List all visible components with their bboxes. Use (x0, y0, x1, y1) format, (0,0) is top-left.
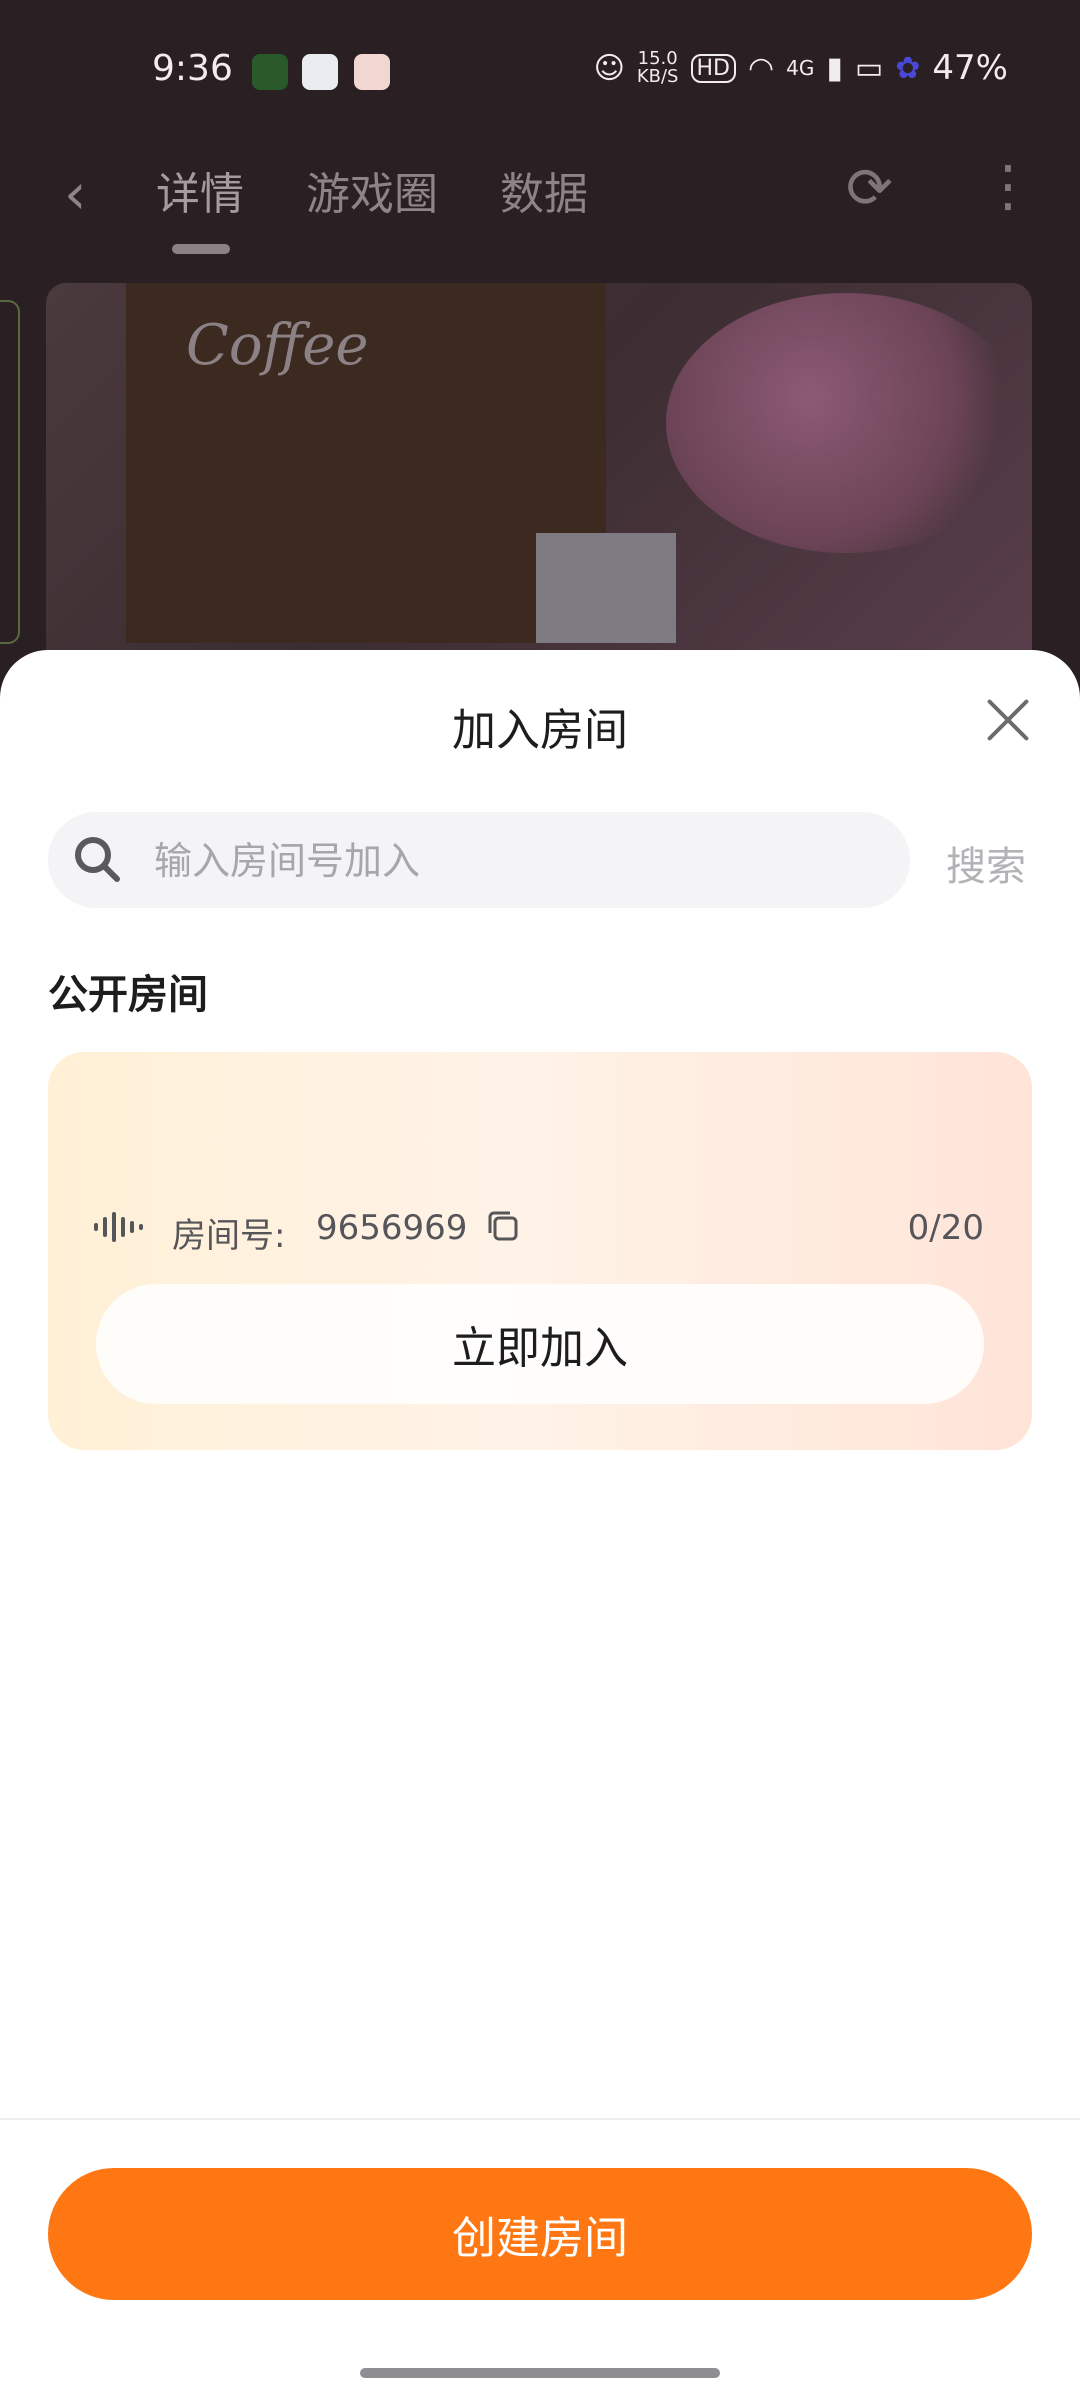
status-bar: 9:36 ☺ 15.0 KB/S HD ◠ 4G ▮ ▭ ✿ 47% (0, 0, 1080, 140)
tab-game-circle[interactable]: 游戏圈 (306, 158, 438, 222)
signal-icon: ▮ (826, 50, 843, 86)
home-indicator[interactable] (360, 2368, 720, 2378)
public-rooms-title: 公开房间 (48, 972, 208, 1018)
create-room-button[interactable]: 创建房间 (48, 2168, 1032, 2300)
room-member-count: 0/20 (907, 1208, 984, 1248)
close-icon[interactable] (980, 692, 1036, 748)
hd-badge: HD (690, 53, 736, 83)
back-icon[interactable]: ‹ (64, 162, 86, 227)
preview-tree (666, 293, 1026, 553)
sheet-title: 加入房间 (452, 705, 628, 756)
room-number-label: 房间号: (172, 1216, 286, 1256)
share-icon[interactable]: ⟳ (846, 156, 893, 221)
preview-sign: Coffee (186, 313, 369, 378)
cellular-label: 4G (786, 56, 815, 80)
network-speed: 15.0 KB/S (637, 50, 679, 86)
network-speed-unit: KB/S (636, 66, 679, 87)
voice-wave-icon (94, 1212, 143, 1242)
preview-counter (536, 533, 676, 643)
room-number-input[interactable] (152, 812, 886, 910)
avatar-app-icon (354, 54, 390, 90)
join-now-button[interactable]: 立即加入 (96, 1284, 984, 1404)
more-icon[interactable]: ⋮ (980, 154, 1036, 219)
search-app-icon (302, 54, 338, 90)
shield-icon: ✿ (895, 50, 921, 86)
footer-divider (0, 2118, 1080, 2120)
side-panel-edge (0, 300, 20, 644)
tab-data[interactable]: 数据 (500, 158, 588, 222)
search-box[interactable] (48, 812, 910, 910)
tab-indicator (172, 244, 230, 254)
background-app: 9:36 ☺ 15.0 KB/S HD ◠ 4G ▮ ▭ ✿ 47% ‹ 详情 … (0, 0, 1080, 700)
room-number-value: 9656969 (316, 1208, 468, 1248)
frog-icon: ☺ (593, 50, 625, 86)
tab-details[interactable]: 详情 (156, 158, 244, 222)
battery-percent: 47% (932, 48, 1008, 88)
status-time: 9:36 (152, 48, 233, 89)
room-card: 房间号: 9656969 0/20 立即加入 (48, 1052, 1032, 1450)
app-notification-icon (252, 54, 288, 90)
join-room-sheet: 加入房间 搜索 公开房间 房间号: 9656969 0/20 立即加入 创建房间 (0, 650, 1080, 2400)
game-preview-image: Coffee (46, 283, 1032, 683)
wifi-icon: ◠ (747, 50, 775, 86)
battery-icon: ▭ (854, 50, 884, 86)
search-icon (75, 837, 120, 882)
status-right-group: ☺ 15.0 KB/S HD ◠ 4G ▮ ▭ ✿ 47% (594, 48, 1008, 88)
search-button[interactable]: 搜索 (946, 834, 1026, 892)
top-navigation: ‹ 详情 游戏圈 数据 ⟳ ⋮ (0, 140, 1080, 260)
copy-icon[interactable] (486, 1209, 520, 1243)
